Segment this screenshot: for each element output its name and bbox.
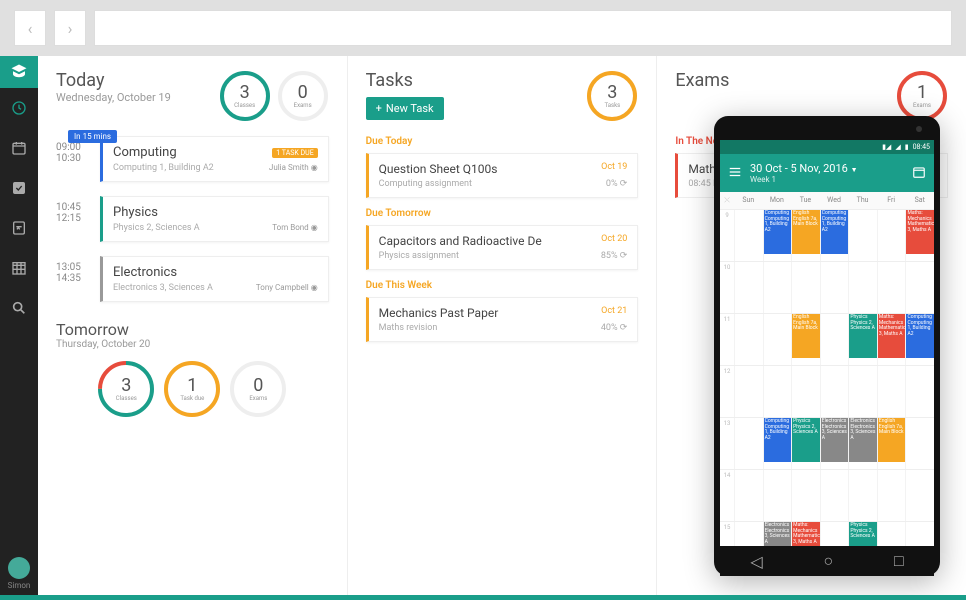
new-task-button[interactable]: + New Task: [366, 97, 444, 120]
calendar-event[interactable]: Maths: Mechanics Mathematics 3, Maths A: [878, 314, 906, 358]
calendar-event[interactable]: Electronics Electronics 3, Sciences A: [764, 522, 792, 546]
nav-back-button[interactable]: ‹: [14, 10, 46, 46]
plus-icon: +: [376, 102, 382, 115]
user-profile[interactable]: Simon: [8, 551, 31, 596]
stat-ring: 3Classes: [219, 70, 271, 122]
android-recent-icon[interactable]: □: [894, 551, 904, 571]
class-row[interactable]: 13:0514:35 Electronics Electronics 3, Sc…: [56, 256, 329, 302]
calendar-event[interactable]: English English 7a, Main Block: [792, 314, 820, 358]
phone-date-range[interactable]: 30 Oct - 5 Nov, 2016: [750, 162, 848, 175]
chevron-down-icon: ▼: [851, 166, 858, 174]
today-title: Today: [56, 70, 171, 91]
avatar: [8, 557, 30, 579]
network-icon: ◢: [895, 143, 900, 151]
calendar-event[interactable]: Computing Computing 1, Building A2: [764, 210, 792, 254]
tasks-column: Tasks + New Task 3Tasks Due Today Questi…: [348, 56, 658, 596]
calendar-event[interactable]: Computing Computing 1, Building A2: [906, 314, 934, 358]
calendar-event[interactable]: Physics Physics 2, Sciences A: [792, 418, 820, 462]
calendar-event[interactable]: Computing Computing 1, Building A2: [821, 210, 849, 254]
browser-chrome: ‹ ›: [0, 0, 966, 56]
class-card[interactable]: Computing1 TASK DUE Computing 1, Buildin…: [100, 136, 329, 182]
stat-ring: 0Exams: [277, 70, 329, 122]
nav-dashboard-icon[interactable]: [0, 88, 38, 128]
calendar-event[interactable]: Maths: Mechanics Mathematics 3, Maths A: [906, 210, 934, 254]
task-section-label: Due This Week: [366, 280, 639, 291]
battery-icon: ▮: [905, 143, 909, 151]
today-column: Today Wednesday, October 19 3Classes 0Ex…: [38, 56, 348, 596]
task-due-pill: 1 TASK DUE: [272, 148, 317, 158]
sync-icon: ⟳: [620, 251, 628, 261]
phone-status-bar: ▮◢◢▮08:45: [720, 140, 934, 154]
calendar-event[interactable]: Physics Physics 2, Sciences A: [849, 314, 877, 358]
day-header: Thu: [848, 192, 877, 209]
calendar-event[interactable]: Electronics Electronics 3, Sciences A: [821, 418, 849, 462]
next-class-badge: In 15 mins: [68, 130, 117, 143]
android-back-icon[interactable]: ◁: [750, 552, 762, 571]
android-home-icon[interactable]: ○: [823, 551, 833, 571]
day-header: Mon: [763, 192, 792, 209]
day-header: Sun: [734, 192, 763, 209]
sync-icon: ⟳: [620, 323, 628, 333]
phone-days-header: ⤬SunMonTueWedThuFriSat: [720, 192, 934, 209]
phone-calendar-grid[interactable]: 9 Computing Computing 1, Building A2Engl…: [720, 209, 934, 546]
day-header: Fri: [877, 192, 906, 209]
calendar-event[interactable]: Computing Computing 1, Building A2: [764, 418, 792, 462]
address-bar[interactable]: [94, 10, 952, 46]
accent-bar: [0, 595, 966, 600]
day-header: Tue: [791, 192, 820, 209]
stat-ring: 1Task due: [163, 360, 221, 418]
tasks-title: Tasks: [366, 70, 444, 91]
nav-schedule-icon[interactable]: [0, 248, 38, 288]
phone-nav-bar: ◁ ○ □: [720, 546, 934, 576]
class-times: 13:0514:35: [56, 256, 100, 302]
calendar-event[interactable]: English English 7a, Main Block: [878, 418, 906, 462]
calendar-event[interactable]: English English 7a, Main Block: [792, 210, 820, 254]
today-subtitle: Wednesday, October 19: [56, 91, 171, 104]
class-card[interactable]: Physics Physics 2, Sciences ATom Bond ◉: [100, 196, 329, 242]
person-icon: ◉: [311, 163, 318, 172]
nav-search-icon[interactable]: [0, 288, 38, 328]
stat-ring: 0Exams: [229, 360, 287, 418]
nav-calendar-icon[interactable]: [0, 128, 38, 168]
task-card[interactable]: Capacitors and Radioactive DeOct 20 Phys…: [366, 225, 639, 270]
day-header: Sat: [905, 192, 934, 209]
app-logo[interactable]: [0, 56, 38, 88]
task-card[interactable]: Question Sheet Q100sOct 19 Computing ass…: [366, 153, 639, 198]
stat-ring: 1Exams: [896, 70, 948, 122]
task-section-label: Due Tomorrow: [366, 208, 639, 219]
task-section-label: Due Today: [366, 136, 639, 147]
exams-title: Exams: [675, 70, 729, 91]
user-name: Simon: [8, 581, 31, 590]
nav-exams-icon[interactable]: [0, 208, 38, 248]
class-times: 10:4512:15: [56, 196, 100, 242]
filter-icon[interactable]: ⤬: [720, 192, 734, 209]
tomorrow-subtitle: Thursday, October 20: [56, 339, 329, 350]
task-card[interactable]: Mechanics Past PaperOct 21 Maths revisio…: [366, 297, 639, 342]
stat-ring: 3Tasks: [586, 70, 638, 122]
calendar-event[interactable]: Electronics Electronics 3, Sciences A: [849, 418, 877, 462]
class-row[interactable]: 10:4512:15 Physics Physics 2, Sciences A…: [56, 196, 329, 242]
sidebar: Simon: [0, 56, 38, 596]
calendar-event[interactable]: Physics Physics 2, Sciences A: [849, 522, 877, 546]
tomorrow-title: Tomorrow: [56, 320, 329, 339]
nav-tasks-icon[interactable]: [0, 168, 38, 208]
hamburger-icon[interactable]: [728, 164, 742, 183]
calendar-event[interactable]: Maths: Mechanics Mathematics 3, Maths A: [792, 522, 820, 546]
day-header: Wed: [820, 192, 849, 209]
stat-ring: 3Classes: [97, 360, 155, 418]
calendar-icon[interactable]: [912, 164, 926, 183]
class-row[interactable]: In 15 mins 09:0010:30 Computing1 TASK DU…: [56, 136, 329, 182]
person-icon: ◉: [311, 223, 318, 232]
sync-icon: ⟳: [620, 179, 628, 189]
phone-mockup: ▮◢◢▮08:45 30 Oct - 5 Nov, 2016 ▼ Week 1 …: [714, 116, 940, 576]
phone-header: 30 Oct - 5 Nov, 2016 ▼ Week 1: [720, 154, 934, 192]
class-card[interactable]: Electronics Electronics 3, Sciences ATon…: [100, 256, 329, 302]
person-icon: ◉: [311, 283, 318, 292]
tomorrow-section: Tomorrow Thursday, October 20 3Classes 1…: [56, 320, 329, 418]
phone-week-label: Week 1: [750, 175, 904, 184]
nav-forward-button[interactable]: ›: [54, 10, 86, 46]
